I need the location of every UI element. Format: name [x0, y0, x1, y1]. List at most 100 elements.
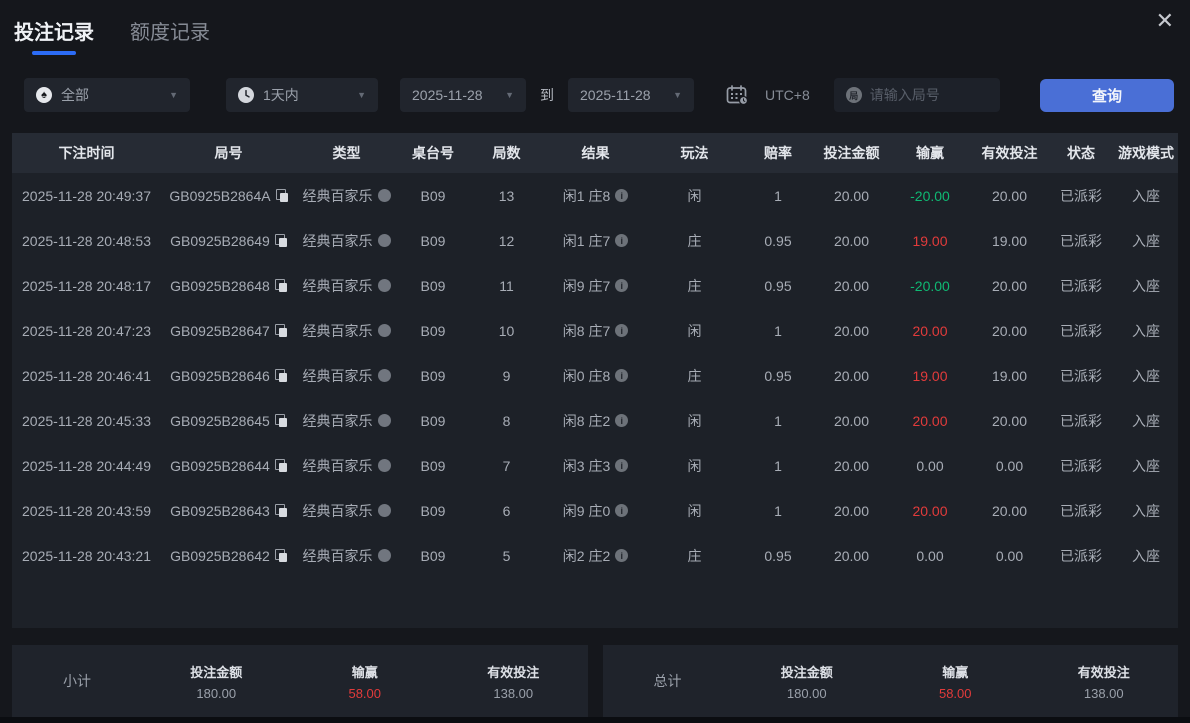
- cell-status: 已派彩: [1060, 457, 1102, 474]
- cell-winloss: 0.00: [916, 547, 944, 564]
- info-icon[interactable]: i: [615, 414, 629, 427]
- cell-result: 闲3 庄3 i: [544, 456, 647, 476]
- cell-valid-bet: 19.00: [991, 367, 1028, 384]
- search-button[interactable]: 查询: [1040, 78, 1174, 112]
- copy-icon[interactable]: [274, 324, 287, 337]
- cell-bet-time: 2025-11-28 20:48:17: [22, 277, 151, 294]
- cell-round-id: GB0925B28642: [161, 548, 296, 564]
- clock-icon: [238, 87, 254, 103]
- video-icon[interactable]: [377, 504, 391, 517]
- round-id-input[interactable]: [869, 87, 988, 103]
- round-id-search-field[interactable]: 局: [833, 78, 1000, 112]
- video-icon[interactable]: [377, 414, 391, 427]
- cell-game-mode: 入座: [1132, 547, 1160, 564]
- date-from-select[interactable]: 2025-11-28 ▼: [400, 78, 526, 112]
- copy-icon[interactable]: [274, 414, 287, 427]
- cell-winloss: 19.00: [912, 367, 948, 384]
- cell-winloss: 20.00: [912, 502, 948, 519]
- cell-game-type: 经典百家乐: [296, 186, 397, 206]
- cell-table-no: B09: [420, 412, 446, 429]
- tab-betting-records[interactable]: 投注记录: [14, 16, 94, 55]
- cell-bet-amount: 20.00: [833, 187, 870, 204]
- info-icon[interactable]: i: [615, 504, 629, 517]
- cell-game-type: 经典百家乐: [296, 321, 397, 341]
- timezone-value: UTC+8: [765, 87, 810, 103]
- subtotal-valid-bet: 有效投注 138.00: [487, 664, 540, 701]
- cell-play: 闲: [687, 322, 702, 339]
- cell-valid-bet: 20.00: [991, 412, 1028, 429]
- cell-round-id: GB0925B28643: [161, 503, 296, 519]
- cell-winloss: -20.00: [910, 187, 950, 204]
- video-icon[interactable]: [377, 279, 391, 292]
- cell-winloss: 0.00: [916, 457, 944, 474]
- copy-icon[interactable]: [274, 369, 287, 382]
- cell-table-no: B09: [420, 367, 446, 384]
- cell-round-id: GB0925B28645: [161, 413, 296, 429]
- cell-round-no: 8: [502, 412, 511, 429]
- video-icon[interactable]: [377, 234, 391, 247]
- cell-game-type: 经典百家乐: [296, 456, 397, 476]
- timezone-indicator: UTC+8: [726, 85, 810, 105]
- column-header: 下注时间: [58, 145, 115, 161]
- cell-odds: 1: [774, 322, 782, 339]
- column-header: 赔率: [764, 145, 792, 161]
- date-from-value: 2025-11-28: [412, 87, 483, 103]
- tab-quota-records[interactable]: 额度记录: [130, 16, 210, 55]
- column-header: 游戏模式: [1118, 145, 1174, 161]
- cell-game-type: 经典百家乐: [296, 366, 397, 386]
- cell-play: 闲: [687, 457, 702, 474]
- info-icon[interactable]: i: [615, 189, 629, 202]
- copy-icon[interactable]: [274, 549, 287, 562]
- cell-table-no: B09: [420, 187, 446, 204]
- cell-game-type: 经典百家乐: [296, 231, 397, 251]
- column-header: 输赢: [916, 145, 944, 161]
- close-icon[interactable]: ✕: [1152, 6, 1178, 36]
- cell-status: 已派彩: [1060, 277, 1102, 294]
- table-row: 2025-11-28 20:45:33 GB0925B28645 经典百家乐 B…: [12, 398, 1178, 443]
- info-icon[interactable]: i: [615, 369, 629, 382]
- column-header: 局数: [492, 145, 521, 161]
- video-icon[interactable]: [377, 549, 391, 562]
- cell-table-no: B09: [420, 322, 446, 339]
- cell-bet-time: 2025-11-28 20:43:59: [22, 502, 151, 519]
- chevron-down-icon: ▼: [357, 90, 366, 100]
- cell-bet-amount: 20.00: [833, 502, 870, 519]
- cell-result: 闲9 庄7 i: [544, 276, 647, 296]
- cell-game-mode: 入座: [1132, 322, 1160, 339]
- cell-table-no: B09: [420, 277, 446, 294]
- cell-status: 已派彩: [1060, 232, 1102, 249]
- date-to-select[interactable]: 2025-11-28 ▼: [568, 78, 694, 112]
- video-icon[interactable]: [377, 459, 391, 472]
- cell-bet-time: 2025-11-28 20:43:21: [22, 547, 151, 564]
- info-icon[interactable]: i: [615, 279, 629, 292]
- info-icon[interactable]: i: [615, 234, 629, 247]
- cell-round-id: GB0925B28647: [161, 323, 296, 339]
- copy-icon[interactable]: [274, 279, 287, 292]
- copy-icon[interactable]: [274, 459, 287, 472]
- cell-valid-bet: 0.00: [995, 547, 1024, 564]
- cell-table-no: B09: [420, 457, 446, 474]
- cell-bet-amount: 20.00: [833, 367, 870, 384]
- cell-odds: 0.95: [764, 367, 792, 384]
- column-header: 局号: [214, 145, 243, 161]
- round-badge-icon: 局: [845, 87, 862, 103]
- cell-bet-time: 2025-11-28 20:45:33: [22, 412, 151, 429]
- cell-odds: 1: [774, 457, 782, 474]
- cell-game-mode: 入座: [1132, 502, 1160, 519]
- info-icon[interactable]: i: [615, 549, 629, 562]
- info-icon[interactable]: i: [615, 459, 629, 472]
- column-header: 结果: [581, 145, 610, 161]
- table-row: 2025-11-28 20:43:59 GB0925B28643 经典百家乐 B…: [12, 488, 1178, 533]
- cell-result: 闲2 庄2 i: [544, 546, 647, 566]
- video-icon[interactable]: [377, 324, 391, 337]
- info-icon[interactable]: i: [615, 324, 629, 337]
- time-range-select[interactable]: 1天内 ▼: [226, 78, 378, 112]
- game-type-select[interactable]: ♠ 全部 ▼: [24, 78, 190, 112]
- copy-icon[interactable]: [275, 189, 288, 202]
- cell-valid-bet: 20.00: [991, 322, 1028, 339]
- cell-status: 已派彩: [1060, 367, 1102, 384]
- video-icon[interactable]: [377, 189, 391, 202]
- copy-icon[interactable]: [274, 504, 287, 517]
- copy-icon[interactable]: [274, 234, 287, 247]
- video-icon[interactable]: [377, 369, 391, 382]
